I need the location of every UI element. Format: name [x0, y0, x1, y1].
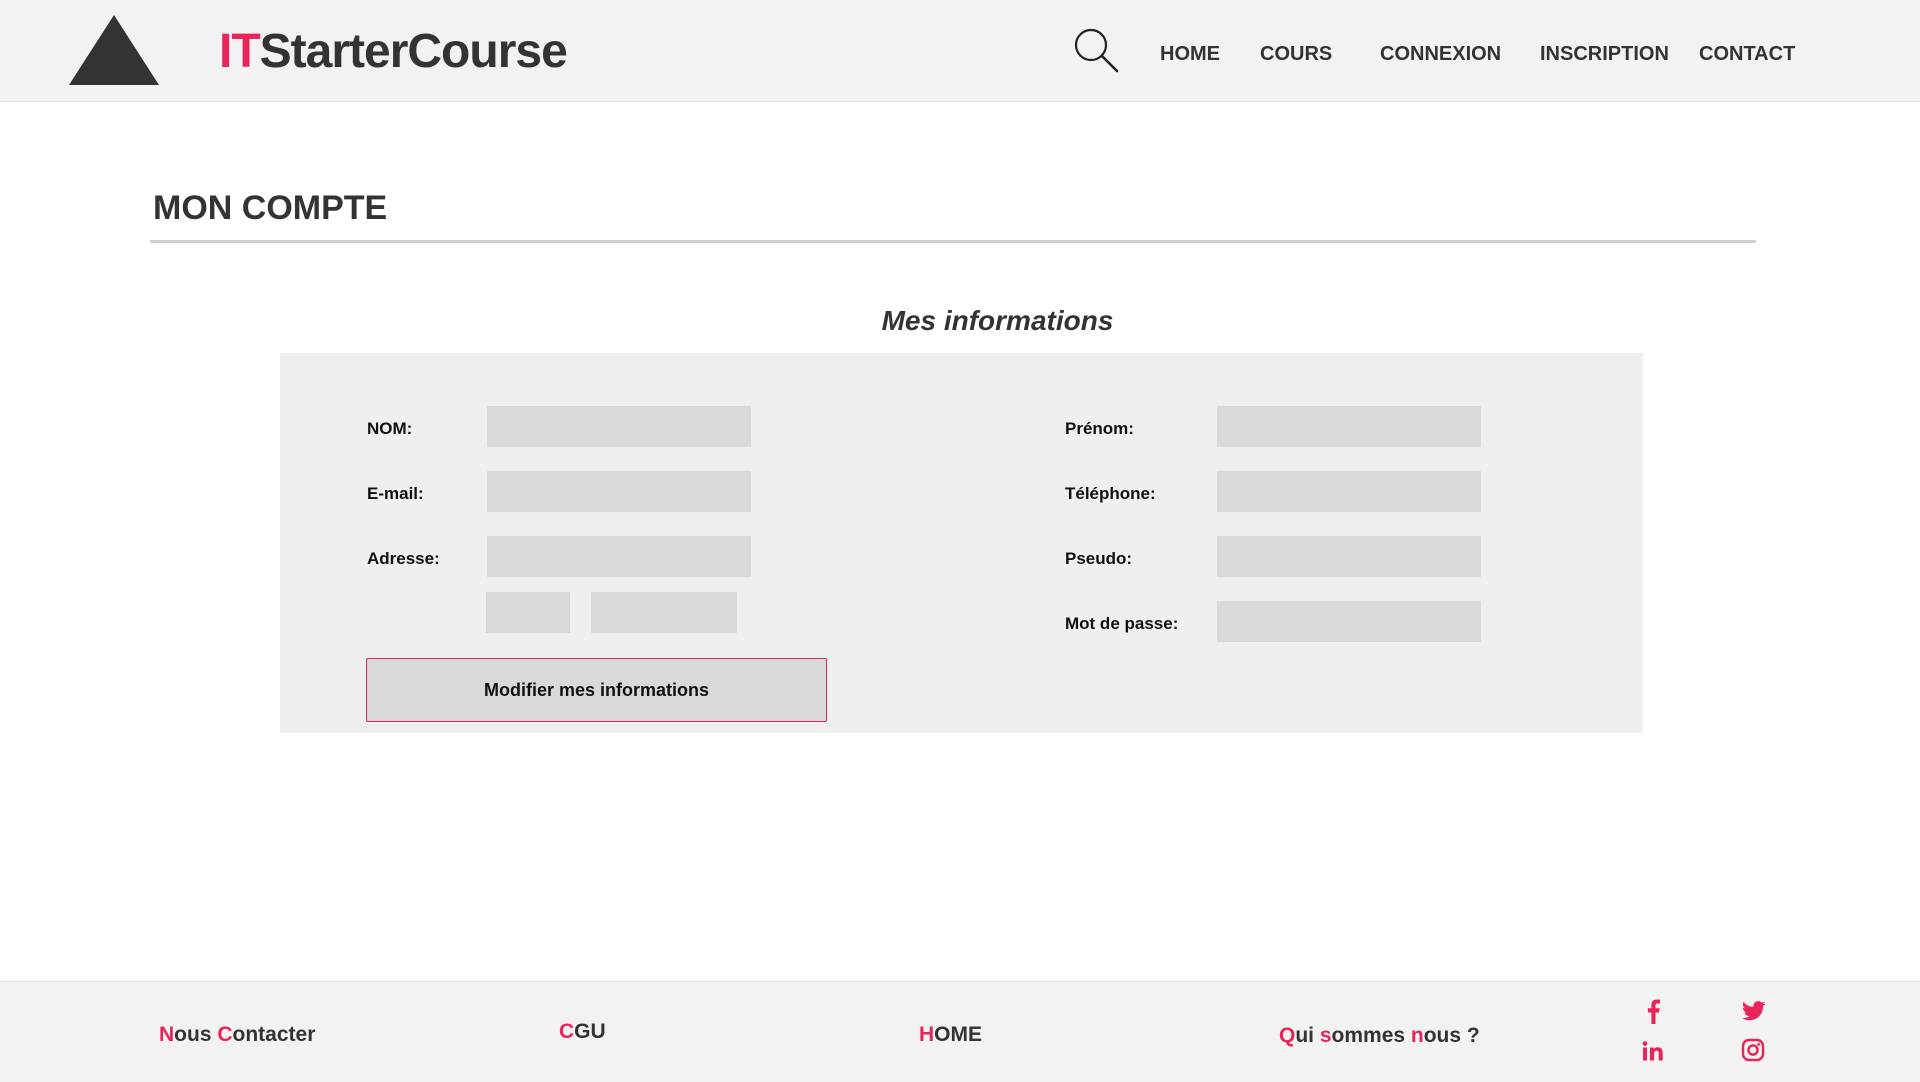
- brand-accent: IT: [219, 25, 261, 78]
- footer-link-text: GU: [574, 1020, 606, 1043]
- footer-link-letter: n: [1410, 1024, 1424, 1047]
- telephone-field[interactable]: [1217, 471, 1481, 512]
- nav-inscription[interactable]: INSCRIPTION: [1540, 42, 1669, 66]
- telephone-label: Téléphone:: [1065, 484, 1156, 503]
- footer-link-cgu[interactable]: CGU: [559, 1019, 606, 1045]
- account-info-panel: NOM: E-mail: Adresse: Modifier mes infor…: [280, 353, 1643, 733]
- site-header: ITStarterCourse HOME COURS CONNEXION INS…: [0, 0, 1920, 102]
- footer-link-letter: C: [559, 1020, 575, 1043]
- footer-link-text: OME: [934, 1023, 983, 1046]
- pseudo-label: Pseudo:: [1065, 549, 1133, 568]
- search-icon[interactable]: [1073, 27, 1119, 73]
- footer-link-letter: Q: [1279, 1024, 1296, 1047]
- footer-link-home[interactable]: HOME: [919, 1022, 982, 1048]
- adresse-field[interactable]: [487, 536, 751, 577]
- footer-link-text: ous: [174, 1023, 218, 1046]
- nav-contact[interactable]: CONTACT: [1699, 42, 1795, 66]
- postal-code-field[interactable]: [486, 592, 570, 633]
- footer-link-letter: N: [159, 1023, 175, 1046]
- facebook-icon[interactable]: [1638, 996, 1668, 1026]
- twitter-icon[interactable]: [1739, 996, 1769, 1026]
- prenom-label: Prénom:: [1065, 419, 1134, 438]
- footer-link-text: ontacter: [232, 1023, 316, 1046]
- nom-label: NOM:: [367, 419, 413, 438]
- site-footer: Nous Contacter CGU HOME Qui sommes nous …: [0, 981, 1920, 1082]
- modify-info-button[interactable]: Modifier mes informations: [366, 658, 827, 722]
- title-divider: [150, 240, 1756, 243]
- footer-link-text: ous ?: [1423, 1024, 1480, 1047]
- footer-link-qui-sommes-nous[interactable]: Qui sommes nous ?: [1279, 1023, 1480, 1049]
- footer-link-text: ui: [1295, 1024, 1320, 1047]
- password-field[interactable]: [1217, 601, 1481, 642]
- footer-link-text: ommes: [1331, 1024, 1411, 1047]
- city-field[interactable]: [591, 592, 737, 633]
- brand-logo[interactable]: ITStarterCourse: [219, 22, 568, 82]
- email-field[interactable]: [487, 471, 751, 512]
- footer-link-letter: s: [1319, 1024, 1332, 1047]
- footer-link-letter: C: [217, 1023, 233, 1046]
- nav-home[interactable]: HOME: [1160, 42, 1220, 66]
- instagram-icon[interactable]: [1738, 1035, 1768, 1065]
- section-title: Mes informations: [881, 305, 1114, 336]
- adresse-label: Adresse:: [367, 549, 440, 568]
- brand-name: StarterCourse: [259, 25, 568, 78]
- page-title: MON COMPTE: [153, 189, 388, 227]
- triangle-logo-icon[interactable]: [69, 15, 159, 85]
- pseudo-field[interactable]: [1217, 536, 1481, 577]
- nav-cours[interactable]: COURS: [1260, 42, 1332, 66]
- linkedin-icon[interactable]: [1638, 1036, 1668, 1066]
- prenom-field[interactable]: [1217, 406, 1481, 447]
- nom-field[interactable]: [487, 406, 751, 447]
- email-label: E-mail:: [367, 484, 424, 503]
- footer-link-nous-contacter[interactable]: Nous Contacter: [159, 1022, 315, 1048]
- footer-link-letter: H: [919, 1023, 935, 1046]
- password-label: Mot de passe:: [1065, 614, 1179, 633]
- nav-connexion[interactable]: CONNEXION: [1380, 42, 1501, 66]
